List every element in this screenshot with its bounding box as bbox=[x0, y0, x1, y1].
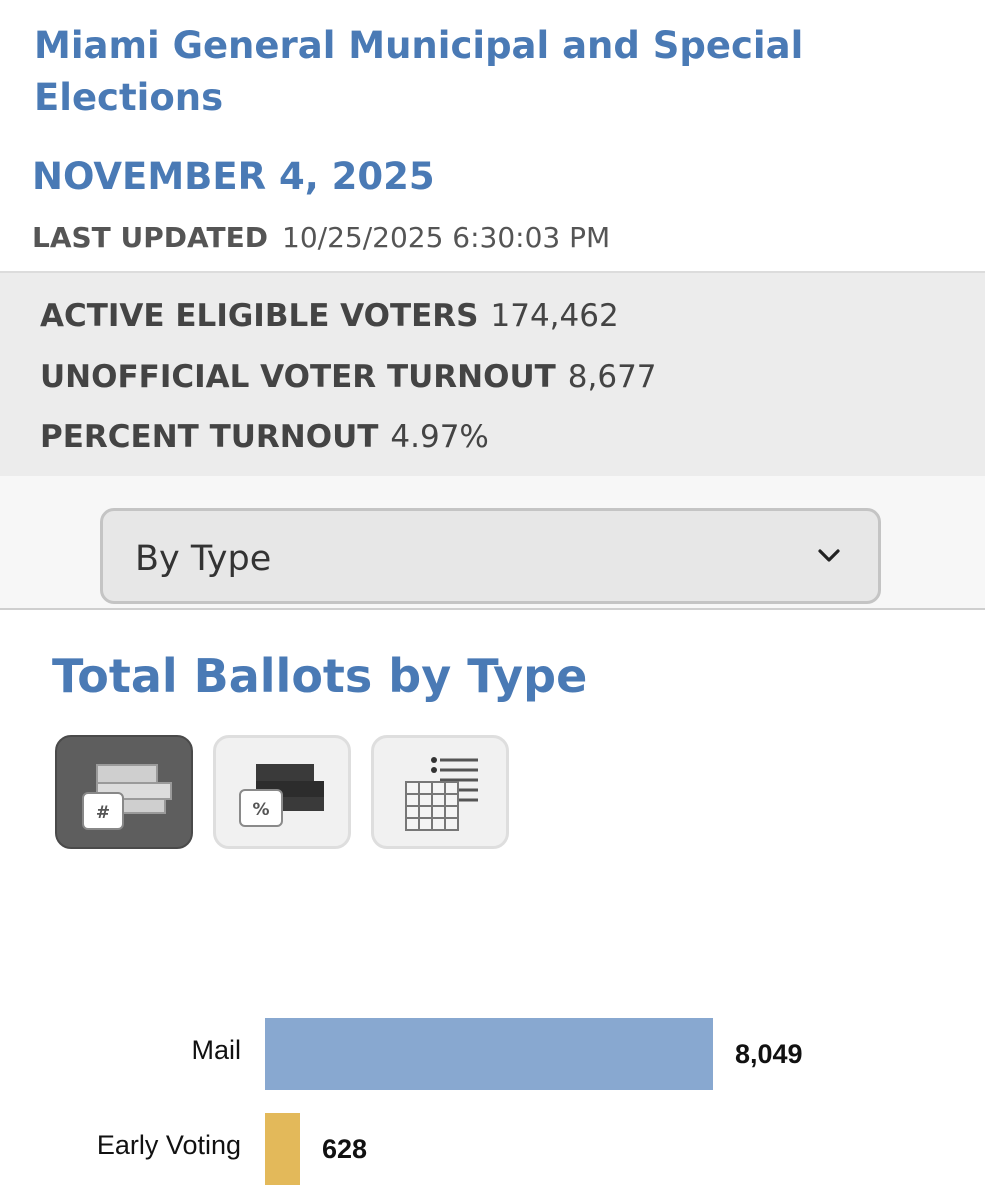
table-view-button[interactable] bbox=[371, 735, 509, 849]
voter-turnout-row: UNOFFICIAL VOTER TURNOUT 8,677 bbox=[40, 356, 657, 398]
percent-turnout-label: PERCENT TURNOUT bbox=[40, 419, 379, 455]
chevron-down-icon bbox=[818, 549, 840, 562]
table-view-icon bbox=[405, 757, 478, 831]
bar-mail bbox=[265, 1018, 713, 1090]
count-chart-view-button[interactable]: # bbox=[55, 735, 193, 849]
page-title: Miami General Municipal and Special Elec… bbox=[34, 24, 804, 119]
svg-text:#: # bbox=[96, 803, 110, 823]
bar-chart-percent-icon: % bbox=[239, 764, 324, 827]
active-voters-label: ACTIVE ELIGIBLE VOTERS bbox=[40, 298, 479, 334]
bar-value-label: 628 bbox=[322, 1134, 368, 1164]
voter-turnout-value: 8,677 bbox=[567, 359, 657, 395]
election-date: NOVEMBER 4, 2025 bbox=[32, 155, 435, 198]
bar-label: Early Voting bbox=[96, 1130, 241, 1160]
view-select-bar: By Type bbox=[0, 476, 985, 610]
bar-label: Mail bbox=[191, 1035, 241, 1065]
percent-turnout-value: 4.97% bbox=[390, 419, 489, 455]
percent-chart-view-button[interactable]: % bbox=[213, 735, 351, 849]
voter-turnout-label: UNOFFICIAL VOTER TURNOUT bbox=[40, 359, 556, 395]
bar-early-voting bbox=[265, 1113, 300, 1185]
svg-text:%: % bbox=[252, 800, 269, 820]
last-updated: LAST UPDATED 10/25/2025 6:30:03 PM bbox=[32, 218, 610, 258]
last-updated-value: 10/25/2025 6:30:03 PM bbox=[282, 221, 611, 254]
view-type-dropdown[interactable]: By Type bbox=[100, 508, 881, 604]
turnout-stats-panel: ACTIVE ELIGIBLE VOTERS 174,462 UNOFFICIAL… bbox=[0, 271, 985, 478]
active-voters-value: 174,462 bbox=[490, 298, 619, 334]
last-updated-label: LAST UPDATED bbox=[32, 221, 268, 254]
percent-turnout-row: PERCENT TURNOUT 4.97% bbox=[40, 416, 489, 458]
bar-value-label: 8,049 bbox=[735, 1039, 803, 1069]
section-title: Total Ballots by Type bbox=[52, 649, 588, 703]
active-voters-row: ACTIVE ELIGIBLE VOTERS 174,462 bbox=[40, 295, 619, 337]
view-type-selected: By Type bbox=[135, 539, 272, 579]
bar-chart-count-icon: # bbox=[82, 764, 172, 830]
